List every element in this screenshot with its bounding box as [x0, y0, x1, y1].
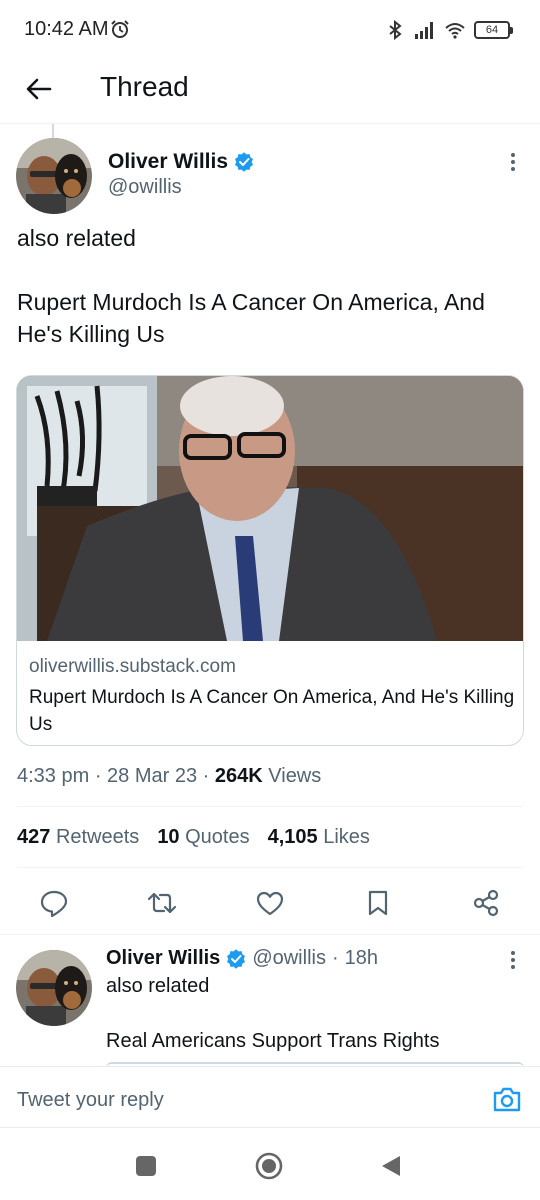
arrow-left-icon[interactable] [22, 72, 56, 106]
likes-stat[interactable]: 4,105 Likes [268, 826, 370, 849]
verified-badge-icon [227, 948, 246, 969]
avatar[interactable] [16, 950, 92, 1026]
tweet-meta: 4:33 pm · 28 Mar 23 · 264K Views [17, 765, 321, 788]
nav-back-icon[interactable] [380, 1154, 402, 1178]
card-domain: oliverwillis.substack.com [29, 656, 236, 677]
reply-age: 18h [344, 947, 379, 969]
tweet-actions [17, 880, 523, 924]
tweet-time[interactable]: 4:33 pm [17, 765, 89, 787]
reply-header: Oliver Willis @owillis · 18h [106, 947, 378, 970]
retweet-icon[interactable] [147, 888, 177, 918]
wifi-icon [445, 23, 465, 39]
meta-separator: · [94, 765, 108, 787]
status-icons: 64 [384, 18, 513, 42]
meta-separator: · [202, 765, 215, 787]
quotes-count: 10 [157, 826, 180, 848]
card-title: Rupert Murdoch Is A Cancer On America, A… [29, 687, 515, 735]
tweet-text-line: Rupert Murdoch Is A Cancer On America, A… [17, 289, 485, 347]
tweet-date[interactable]: 28 Mar 23 [107, 765, 197, 787]
divider [17, 806, 523, 807]
divider [17, 867, 523, 868]
views-count: 264K [214, 765, 263, 787]
reply-input[interactable] [17, 1089, 437, 1112]
like-icon[interactable] [255, 888, 285, 918]
author-name[interactable]: Oliver Willis [108, 150, 228, 174]
thread-connector-line [52, 124, 54, 138]
more-options-icon[interactable] [508, 948, 518, 972]
header: Thread [0, 58, 540, 124]
camera-icon[interactable] [492, 1085, 522, 1113]
status-time: 10:42 AM [24, 18, 109, 40]
retweets-stat[interactable]: 427 Retweets [17, 826, 139, 849]
system-nav-bar [0, 1130, 540, 1200]
card-image [17, 376, 523, 641]
avatar[interactable] [16, 138, 92, 214]
bluetooth-icon [389, 19, 402, 41]
signal-icon [415, 22, 433, 39]
retweets-count: 427 [17, 826, 51, 848]
author-name-row[interactable]: Oliver Willis [108, 150, 254, 174]
tweet-text-line: also related [17, 225, 136, 251]
author-handle[interactable]: @owillis [108, 176, 182, 199]
divider [0, 934, 540, 935]
reply-text-line: also related [106, 975, 210, 997]
reply-text-line: Real Americans Support Trans Rights [106, 1030, 440, 1052]
reply-author-handle[interactable]: @owillis [252, 947, 326, 970]
battery-icon: 64 [474, 21, 513, 39]
likes-label: Likes [323, 826, 370, 848]
link-preview-card[interactable]: oliverwillis.substack.com Rupert Murdoch… [16, 375, 524, 746]
reply-bar [0, 1066, 540, 1128]
alarm-icon [111, 20, 129, 38]
recent-apps-icon[interactable] [136, 1156, 156, 1176]
engagement-stats: 427 Retweets 10 Quotes 4,105 Likes [17, 826, 370, 849]
status-bar: 10:42 AM 64 [0, 0, 540, 58]
meta-separator: · [331, 947, 339, 969]
reply-icon[interactable] [39, 888, 69, 918]
quotes-stat[interactable]: 10 Quotes [157, 826, 249, 849]
home-icon[interactable] [255, 1152, 283, 1180]
page-title: Thread [100, 71, 189, 102]
share-icon[interactable] [471, 888, 501, 918]
quotes-label: Quotes [185, 826, 250, 848]
verified-badge-icon [235, 152, 254, 172]
tweet-text: also related Rupert Murdoch Is A Cancer … [17, 222, 517, 350]
bookmark-icon[interactable] [363, 888, 393, 918]
views-label: Views [268, 765, 322, 787]
likes-count: 4,105 [267, 826, 318, 848]
retweets-label: Retweets [55, 826, 140, 848]
reply-author-name[interactable]: Oliver Willis [106, 947, 220, 970]
more-options-icon[interactable] [508, 150, 518, 174]
